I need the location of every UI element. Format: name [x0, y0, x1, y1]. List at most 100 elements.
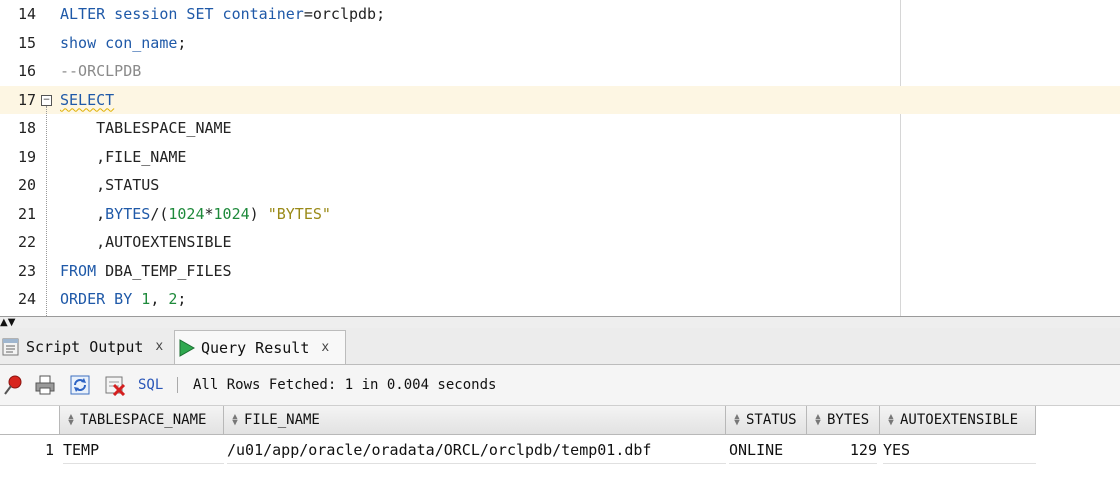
- sql-button[interactable]: SQL: [138, 375, 163, 395]
- toolbar-divider: [177, 377, 178, 393]
- column-header-label: TABLESPACE_NAME: [80, 412, 207, 428]
- code-text: SELECT: [60, 86, 114, 114]
- code-token: ,: [150, 290, 169, 308]
- column-header-tablespace-name[interactable]: ▲ ▼ TABLESPACE_NAME: [60, 406, 224, 435]
- code-token: /(: [150, 204, 169, 223]
- code-token: ;: [177, 33, 187, 52]
- refresh-icon[interactable]: [69, 374, 91, 396]
- column-header-label: BYTES: [827, 412, 870, 428]
- code-text: ,FILE_NAME: [60, 143, 186, 171]
- code-text: TABLESPACE_NAME: [60, 114, 232, 142]
- query-result-grid[interactable]: ▲ ▼ TABLESPACE_NAME ▲ ▼ FILE_NAME ▲ ▼ STATUS ▲…: [0, 406, 1120, 481]
- sort-icon[interactable]: ▲ ▼: [886, 413, 896, 428]
- result-toolbar: SQL All Rows Fetched: 1 in 0.004 seconds: [0, 365, 1120, 406]
- code-line[interactable]: 16 --ORCLPDB: [0, 57, 1120, 85]
- code-text: --ORCLPDB: [60, 57, 141, 85]
- tab-query-result-close-button[interactable]: x: [321, 340, 329, 355]
- pin-icon[interactable]: [2, 374, 24, 396]
- code-text: ,STATUS: [60, 171, 159, 199]
- code-line[interactable]: 21 ,BYTES/(1024*1024) "BYTES": [0, 200, 1120, 228]
- code-token: 1024: [213, 204, 250, 223]
- sort-icon[interactable]: ▲ ▼: [813, 413, 823, 428]
- code-text: ALTER session SET container=orclpdb;: [60, 0, 385, 28]
- line-number: 24: [17, 290, 36, 308]
- code-text: ,AUTOEXTENSIBLE: [60, 228, 232, 256]
- tab-query-result[interactable]: Query Result x: [174, 330, 346, 364]
- tab-script-output[interactable]: Script Output x: [0, 330, 170, 363]
- code-token: --ORCLPDB: [60, 62, 142, 80]
- column-header-label: STATUS: [746, 412, 797, 428]
- result-tab-bar: Script Output x Query Result x: [0, 328, 1120, 365]
- line-number: 20: [17, 176, 36, 194]
- tab-script-output-label: Script Output: [26, 337, 144, 356]
- code-token: ,AUTOEXTENSIBLE: [60, 233, 232, 251]
- code-line[interactable]: 17− SELECT: [0, 85, 1120, 114]
- code-token: ,FILE_NAME: [60, 147, 187, 166]
- code-token: FROM: [60, 261, 97, 280]
- code-token: ;: [177, 290, 187, 308]
- cell-autoextensible[interactable]: YES: [883, 436, 1036, 464]
- code-token: ALTER session SET container: [60, 5, 304, 23]
- tab-script-output-close-button[interactable]: x: [155, 339, 163, 354]
- code-token: =orclpdb;: [303, 5, 386, 23]
- delete-icon[interactable]: [104, 374, 126, 396]
- fetch-status-text: All Rows Fetched: 1 in 0.004 seconds: [193, 377, 497, 393]
- code-text: FROM DBA_TEMP_FILES: [60, 257, 232, 285]
- line-number: 23: [17, 261, 36, 280]
- code-token: BYTES: [105, 204, 151, 223]
- collapse-expand-arrows-icon[interactable]: ▲▼: [0, 318, 30, 328]
- code-token: ORDER BY: [60, 290, 133, 308]
- code-token: TABLESPACE_NAME: [60, 119, 232, 137]
- code-line[interactable]: 19 ,FILE_NAME: [0, 143, 1120, 171]
- code-token: DBA_TEMP_FILES: [96, 261, 232, 280]
- column-header-file-name[interactable]: ▲ ▼ FILE_NAME: [224, 406, 726, 435]
- line-number: 16: [17, 62, 36, 80]
- fold-toggle-icon[interactable]: −: [41, 94, 52, 106]
- code-token: show con_name: [60, 33, 178, 52]
- cell-tablespace-name[interactable]: TEMP: [63, 436, 224, 464]
- cell-status[interactable]: ONLINE: [729, 436, 807, 464]
- tab-query-result-label: Query Result: [201, 338, 310, 357]
- cell-bytes[interactable]: 129: [807, 436, 877, 464]
- code-token: ,: [60, 204, 106, 223]
- column-header-autoextensible[interactable]: ▲ ▼ AUTOEXTENSIBLE: [880, 406, 1036, 435]
- line-number: 22: [17, 233, 36, 251]
- code-text: show con_name;: [60, 29, 186, 57]
- code-line[interactable]: 18 TABLESPACE_NAME: [0, 114, 1120, 142]
- line-number: 19: [17, 147, 36, 166]
- code-text: ORDER BY 1, 2;: [60, 285, 186, 313]
- code-line[interactable]: 15 show con_name;: [0, 29, 1120, 57]
- cell-file-name[interactable]: /u01/app/oracle/oradata/ORCL/orclpdb/tem…: [227, 436, 726, 464]
- code-token: 1: [141, 290, 151, 308]
- line-number: 18: [17, 119, 36, 137]
- row-number: 1: [44, 441, 54, 459]
- code-line[interactable]: 20 ,STATUS: [0, 171, 1120, 199]
- code-line[interactable]: 14 ALTER session SET container=orclpdb;: [0, 0, 1120, 28]
- row-number-header: [0, 406, 60, 435]
- code-line[interactable]: 23 FROM DBA_TEMP_FILES: [0, 257, 1120, 285]
- code-token: *: [204, 204, 214, 223]
- line-number: 17: [17, 90, 36, 109]
- sort-icon[interactable]: ▲ ▼: [230, 413, 240, 428]
- column-header-label: AUTOEXTENSIBLE: [900, 412, 1019, 428]
- line-number: 15: [17, 33, 36, 52]
- code-token: "BYTES": [267, 204, 331, 223]
- code-line[interactable]: 24 ORDER BY 1, 2;: [0, 285, 1120, 313]
- column-header-bytes[interactable]: ▲ ▼ BYTES: [807, 406, 880, 435]
- fold-guide: [46, 105, 47, 316]
- line-number: 14: [17, 5, 36, 23]
- column-header-label: FILE_NAME: [244, 412, 320, 428]
- sort-icon[interactable]: ▲ ▼: [732, 413, 742, 428]
- column-header-status[interactable]: ▲ ▼ STATUS: [726, 406, 807, 435]
- script-output-icon: [2, 338, 19, 355]
- code-text: ,BYTES/(1024*1024) "BYTES": [60, 200, 331, 228]
- sql-editor[interactable]: 14 ALTER session SET container=orclpdb; 15…: [0, 0, 1120, 316]
- code-line[interactable]: 22 ,AUTOEXTENSIBLE: [0, 228, 1120, 256]
- sort-icon[interactable]: ▲ ▼: [66, 413, 76, 428]
- print-icon[interactable]: [34, 374, 56, 396]
- run-query-icon: [179, 338, 195, 357]
- code-token: 1024: [168, 204, 205, 223]
- code-token: ): [249, 204, 268, 223]
- code-token: ,STATUS: [60, 176, 160, 194]
